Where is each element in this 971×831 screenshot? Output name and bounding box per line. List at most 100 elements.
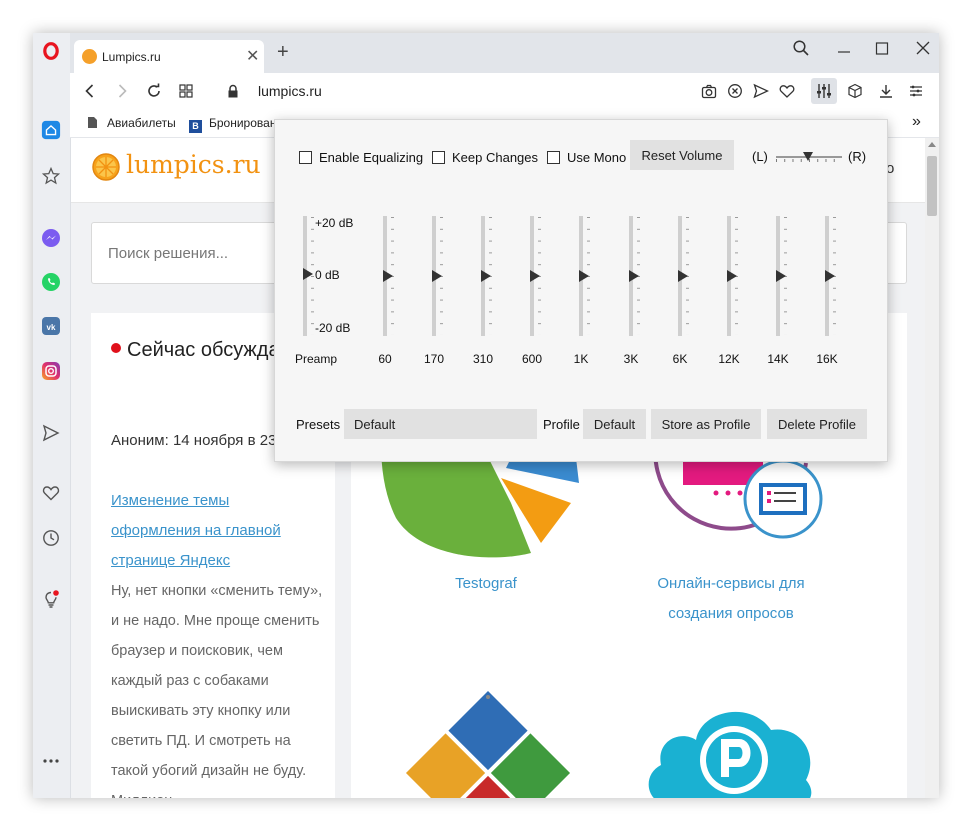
band-label: 170 [423, 352, 445, 366]
search-placeholder: Поиск решения... [108, 245, 229, 262]
enable-equalizing-checkbox[interactable]: Enable Equalizing [299, 150, 423, 165]
checkbox-label: Use Mono [567, 150, 627, 165]
scroll-up-icon[interactable] [928, 142, 936, 147]
cube-icon[interactable] [845, 81, 865, 101]
online-surveys-image[interactable] [651, 442, 831, 573]
camera-icon[interactable] [699, 81, 719, 101]
checkbox-label: Enable Equalizing [319, 150, 424, 165]
equalizer-icon[interactable] [811, 78, 837, 104]
search-icon[interactable] [792, 39, 810, 62]
balance-left-label: (L) [752, 149, 768, 164]
tab-strip: Lumpics.ru ✕ + [70, 33, 939, 73]
preamp-ticks [311, 217, 314, 335]
band-label: 1K [573, 352, 589, 366]
adblock-icon[interactable] [725, 81, 745, 101]
bookmark-item[interactable]: B Бронированн [189, 116, 283, 133]
scrollbar-thumb[interactable] [927, 156, 937, 216]
reload-icon[interactable] [144, 81, 164, 101]
band-label: 16K [816, 352, 838, 366]
band-slider-thumb[interactable] [579, 270, 589, 282]
opera-menu-icon[interactable] [41, 41, 61, 61]
band-label: 6K [672, 352, 688, 366]
reset-volume-button[interactable]: Reset Volume [630, 140, 734, 170]
keep-changes-checkbox[interactable]: Keep Changes [432, 150, 538, 165]
instagram-icon[interactable] [41, 361, 61, 381]
store-as-profile-button[interactable]: Store as Profile [651, 409, 761, 439]
profile-default-button[interactable]: Default [583, 409, 646, 439]
pcloud-image[interactable] [641, 685, 821, 798]
band-slider-thumb[interactable] [481, 270, 491, 282]
band-slider-thumb[interactable] [825, 270, 835, 282]
live-dot-icon [111, 343, 121, 353]
tab-close-icon[interactable]: ✕ [246, 46, 259, 66]
minimize-icon[interactable] [836, 39, 852, 62]
checkbox-label: Keep Changes [452, 150, 539, 165]
band-label: 600 [521, 352, 543, 366]
home-icon[interactable] [41, 120, 61, 140]
band-label: 12K [718, 352, 740, 366]
band-label: 3K [623, 352, 639, 366]
send-toolbar-icon[interactable] [751, 81, 771, 101]
article-link[interactable]: Изменение темы оформления на главной стр… [111, 486, 321, 576]
band-slider-thumb[interactable] [727, 270, 737, 282]
clock-icon[interactable] [41, 528, 61, 548]
db-min-label: -20 dB [315, 321, 351, 335]
delete-profile-button[interactable]: Delete Profile [767, 409, 867, 439]
lumpics-logo-icon[interactable] [92, 153, 120, 181]
heart-toolbar-icon[interactable] [777, 81, 797, 101]
card-label-testograf[interactable]: Testograf [401, 569, 571, 599]
send-icon[interactable] [41, 423, 61, 443]
band-slider-thumb[interactable] [383, 270, 393, 282]
presets-value: Default [354, 417, 396, 432]
address-bar: lumpics.ru [70, 73, 939, 110]
download-icon[interactable] [876, 81, 896, 101]
site-logo-text[interactable]: lumpics.ru [126, 150, 261, 179]
lumpics-favicon-icon [82, 49, 97, 64]
back-icon[interactable] [80, 81, 100, 101]
star-icon[interactable] [41, 166, 61, 186]
balance-thumb[interactable] [803, 152, 813, 161]
close-icon[interactable] [915, 39, 931, 62]
card-label-surveys[interactable]: Онлайн-сервисы для создания опросов [631, 569, 831, 629]
lock-icon[interactable] [223, 81, 243, 101]
more-icon[interactable] [41, 751, 61, 771]
db-max-label: +20 dB [315, 216, 354, 230]
new-tab-icon[interactable]: + [277, 41, 289, 64]
band-slider-thumb[interactable] [432, 270, 442, 282]
profile-label: Profile [543, 417, 580, 432]
checkbox-box [432, 151, 445, 164]
bookmark-item[interactable]: Авиабилеты [87, 116, 176, 130]
forward-icon[interactable] [112, 81, 132, 101]
bookmark-label: Авиабилеты [107, 116, 176, 130]
bookmarks-more-icon[interactable]: » [912, 113, 921, 131]
whatsapp-icon[interactable] [41, 272, 61, 292]
equalizer-popup: Enable Equalizing Keep Changes Use Mono … [274, 119, 888, 462]
menu-icon[interactable] [906, 81, 926, 101]
url-field[interactable]: lumpics.ru [258, 83, 322, 99]
band-slider-thumb[interactable] [530, 270, 540, 282]
page-scrollbar[interactable] [925, 138, 939, 798]
band-slider-thumb[interactable] [629, 270, 639, 282]
preamp-label: Preamp [295, 352, 338, 366]
band-label: 310 [472, 352, 494, 366]
maximize-icon[interactable] [874, 39, 890, 62]
sidebar: vk [33, 33, 71, 798]
balance-right-label: (R) [848, 149, 867, 164]
tab-title: Lumpics.ru [102, 50, 161, 64]
presets-dropdown[interactable]: Default [344, 409, 537, 439]
vk-icon[interactable]: vk [41, 316, 61, 336]
booking-favicon-icon: B [189, 120, 202, 133]
messenger-icon[interactable] [41, 228, 61, 248]
file-icon [87, 116, 100, 129]
heart-icon[interactable] [41, 483, 61, 503]
band-slider-thumb[interactable] [678, 270, 688, 282]
band-slider-thumb[interactable] [776, 270, 786, 282]
tabs-grid-icon[interactable] [176, 81, 196, 101]
tab-lumpics[interactable]: Lumpics.ru ✕ [74, 40, 264, 73]
lightbulb-icon[interactable] [41, 590, 61, 610]
checkbox-box [547, 151, 560, 164]
band-label: 14K [767, 352, 789, 366]
use-mono-checkbox[interactable]: Use Mono [547, 150, 626, 165]
diamond-app-image[interactable] [401, 685, 576, 798]
svg-text:vk: vk [47, 323, 56, 332]
